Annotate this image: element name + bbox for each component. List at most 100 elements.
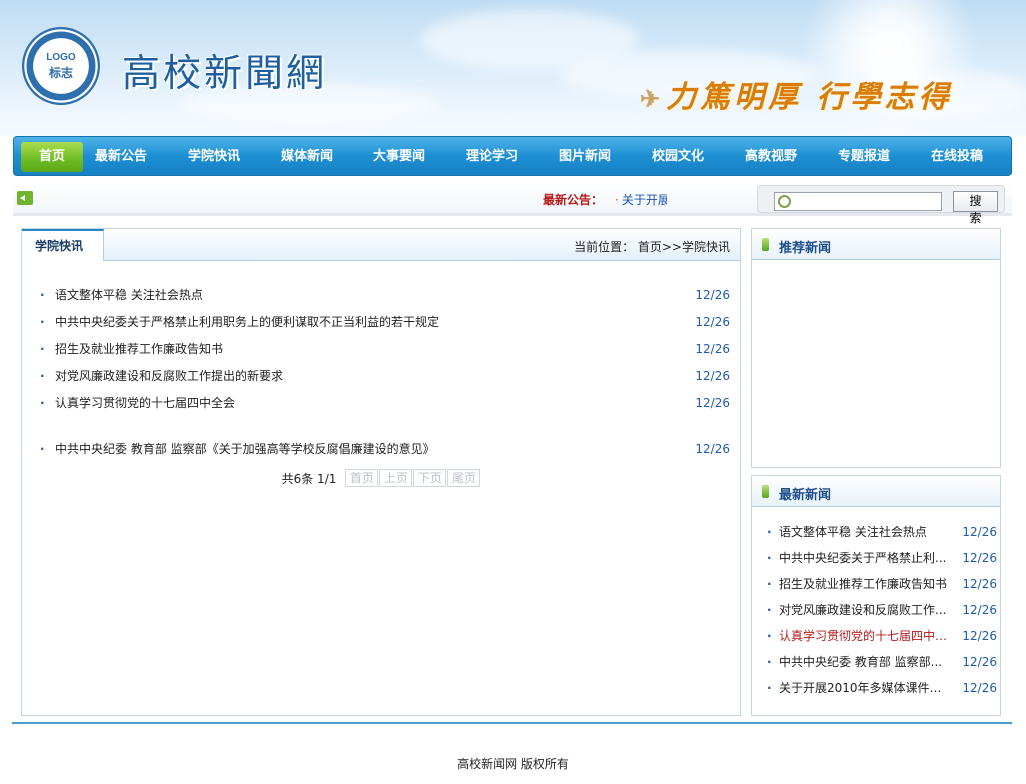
article-date: 12/26 xyxy=(695,315,730,329)
nav-item-media-news[interactable]: 媒体新闻 xyxy=(273,142,341,172)
list-item: · 对党风廉政建设和反腐败工作提出的新要求 12/26 xyxy=(22,368,740,395)
list-bullet: · xyxy=(40,396,45,410)
latest-news-link[interactable]: 关于开展2010年多媒体课件制... xyxy=(779,680,949,696)
pager-last-button[interactable]: 尾页 xyxy=(447,469,481,487)
notice-bar: 最新公告： · 关于开展 搜 索 xyxy=(13,183,1012,225)
article-link[interactable]: 认真学习贯彻党的十七届四中全会 xyxy=(55,395,235,412)
site-title: 高校新聞網 xyxy=(122,51,328,95)
pager: 共6条 1/1 首页 上页 下页 尾页 xyxy=(22,469,740,487)
slogan-text: 力篤明厚 行學志得 xyxy=(666,80,953,115)
slogan: ✈力篤明厚 行學志得 xyxy=(640,72,953,116)
nav-item-campus-culture[interactable]: 校园文化 xyxy=(644,142,712,172)
latest-news-link[interactable]: 对党风廉政建设和反腐败工作... xyxy=(779,602,949,618)
main-panel-header: 学院快讯 当前位置： 首页>>学院快讯 xyxy=(22,229,740,261)
site-logo[interactable]: LOGO 标志 xyxy=(22,27,100,105)
list-item: · 中共中央纪委关于严格禁止利用职务上的便利谋取不正当利益的若干规定 12/26 xyxy=(22,314,740,341)
logo-text: LOGO xyxy=(46,51,76,63)
nav-item-major-events[interactable]: 大事要闻 xyxy=(365,142,433,172)
list-bullet: · xyxy=(767,525,772,539)
article-link[interactable]: 语文整体平稳 关注社会热点 xyxy=(55,287,203,304)
nav-item-college-news[interactable]: 学院快讯 xyxy=(180,142,248,172)
latest-news-panel: 最新新闻 · 语文整体平稳 关注社会热点 12/26 · 中共中央纪委关于严格禁… xyxy=(751,475,1001,716)
list-bullet: · xyxy=(40,342,45,356)
search-box: 搜 索 xyxy=(757,185,1005,225)
article-list: · 语文整体平稳 关注社会热点 12/26 · 中共中央纪委关于严格禁止利用职务… xyxy=(22,287,740,468)
notice-marquee[interactable]: · 关于开展 xyxy=(615,191,667,208)
latest-news-date: 12/26 xyxy=(962,655,997,669)
search-icon xyxy=(778,195,791,208)
header-banner: LOGO 标志 高校新聞網 ✈力篤明厚 行學志得 xyxy=(0,0,1026,136)
list-bullet: · xyxy=(767,681,772,695)
nav-item-home[interactable]: 首页 xyxy=(21,142,83,172)
latest-news-header: 最新新闻 xyxy=(752,476,1000,507)
pager-info: 共6条 1/1 xyxy=(281,471,337,486)
latest-news-date: 12/26 xyxy=(962,551,997,565)
recommended-news-header: 推荐新闻 xyxy=(752,229,1000,260)
list-bullet: · xyxy=(40,288,45,302)
nav-item-higher-edu[interactable]: 高教视野 xyxy=(737,142,805,172)
footer-copyright: 高校新闻网 版权所有 xyxy=(457,757,569,771)
latest-news-link[interactable]: 招生及就业推荐工作廉政告知书 xyxy=(779,576,949,592)
nav-item-latest-notice[interactable]: 最新公告 xyxy=(87,142,155,172)
list-bullet: · xyxy=(40,315,45,329)
list-item: · 认真学习贯彻党的十七届四中全会 12/26 xyxy=(22,395,740,422)
pager-first-button[interactable]: 首页 xyxy=(345,469,379,487)
footer-divider xyxy=(12,722,1012,724)
list-bullet: · xyxy=(40,369,45,383)
latest-news-date: 12/26 xyxy=(962,629,997,643)
latest-news-date: 12/26 xyxy=(962,681,997,695)
list-bullet: · xyxy=(767,577,772,591)
article-date: 12/26 xyxy=(695,342,730,356)
recommended-news-panel: 推荐新闻 xyxy=(751,228,1001,468)
list-bullet: · xyxy=(767,603,772,617)
section-marker-icon xyxy=(762,485,769,498)
search-button[interactable]: 搜 索 xyxy=(953,191,998,225)
article-date: 12/26 xyxy=(695,442,730,456)
latest-news-list: · 语文整体平稳 关注社会热点 12/26 · 中共中央纪委关于严格禁止利...… xyxy=(752,524,1000,706)
main-panel-tab: 学院快讯 xyxy=(22,229,104,261)
article-date: 12/26 xyxy=(695,396,730,410)
notice-bullet: · xyxy=(615,193,619,207)
main-panel: 学院快讯 当前位置： 首页>>学院快讯 · 语文整体平稳 关注社会热点 12/2… xyxy=(21,228,741,716)
list-item: · 语文整体平稳 关注社会热点 12/26 xyxy=(752,524,1000,550)
latest-news-title: 最新新闻 xyxy=(779,488,832,503)
list-bullet: · xyxy=(767,655,772,669)
notice-marquee-text: 关于开展 xyxy=(621,193,667,207)
article-link[interactable]: 招生及就业推荐工作廉政告知书 xyxy=(55,341,223,358)
list-item: · 关于开展2010年多媒体课件制... 12/26 xyxy=(752,680,1000,706)
article-date: 12/26 xyxy=(695,288,730,302)
pager-next-button[interactable]: 下页 xyxy=(413,469,447,487)
latest-news-link[interactable]: 语文整体平稳 关注社会热点 xyxy=(779,524,949,540)
search-input[interactable] xyxy=(774,192,942,211)
recommended-news-title: 推荐新闻 xyxy=(779,241,832,256)
list-item: · 中共中央纪委 教育部 监察部... 12/26 xyxy=(752,654,1000,680)
latest-news-date: 12/26 xyxy=(962,603,997,617)
nav-item-submit-online[interactable]: 在线投稿 xyxy=(923,142,991,172)
list-item: · 认真学习贯彻党的十七届四中全会 12/26 xyxy=(752,628,1000,654)
latest-news-date: 12/26 xyxy=(962,577,997,591)
article-link[interactable]: 中共中央纪委 教育部 监察部《关于加强高等学校反腐倡廉建设的意见》 xyxy=(55,441,435,458)
list-item: · 中共中央纪委 教育部 监察部《关于加强高等学校反腐倡廉建设的意见》 12/2… xyxy=(22,441,740,468)
list-bullet: · xyxy=(767,629,772,643)
article-link[interactable]: 中共中央纪委关于严格禁止利用职务上的便利谋取不正当利益的若干规定 xyxy=(55,314,439,331)
speaker-icon[interactable] xyxy=(17,191,33,205)
nav-item-special-reports[interactable]: 专题报道 xyxy=(830,142,898,172)
nav-item-theory-study[interactable]: 理论学习 xyxy=(458,142,526,172)
notice-label: 最新公告： xyxy=(543,193,604,207)
nav-item-photo-news[interactable]: 图片新闻 xyxy=(551,142,619,172)
latest-news-link[interactable]: 中共中央纪委 教育部 监察部... xyxy=(779,654,949,670)
logo-cn-text: 标志 xyxy=(48,65,73,80)
list-item: · 中共中央纪委关于严格禁止利... 12/26 xyxy=(752,550,1000,576)
article-link[interactable]: 对党风廉政建设和反腐败工作提出的新要求 xyxy=(55,368,283,385)
latest-news-link[interactable]: 认真学习贯彻党的十七届四中全会 xyxy=(779,628,949,644)
main-nav: 首页 最新公告 学院快讯 媒体新闻 大事要闻 理论学习 图片新闻 校园文化 高教… xyxy=(13,136,1012,176)
latest-news-date: 12/26 xyxy=(962,525,997,539)
list-item: · 招生及就业推荐工作廉政告知书 12/26 xyxy=(22,341,740,368)
pager-prev-button[interactable]: 上页 xyxy=(379,469,413,487)
article-date: 12/26 xyxy=(695,369,730,383)
list-item: · 对党风廉政建设和反腐败工作... 12/26 xyxy=(752,602,1000,628)
latest-news-link[interactable]: 中共中央纪委关于严格禁止利... xyxy=(779,550,949,566)
list-bullet: · xyxy=(767,551,772,565)
list-bullet: · xyxy=(40,442,45,456)
section-marker-icon xyxy=(762,238,769,251)
